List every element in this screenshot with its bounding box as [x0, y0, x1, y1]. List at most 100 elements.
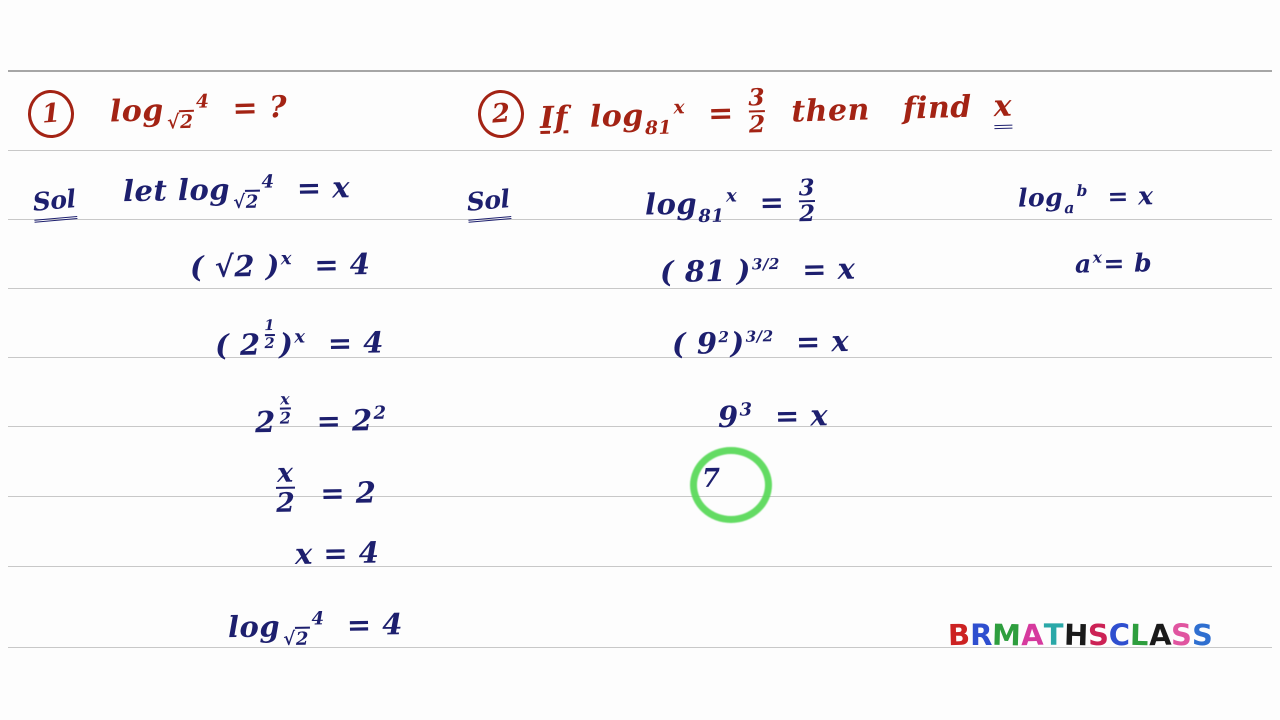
logo-letter-0: B — [947, 617, 971, 653]
step-half-rhs: = 4 — [327, 325, 385, 361]
step2-log-word: log — [644, 186, 698, 222]
problem-1-solution-label: Sol — [31, 184, 78, 223]
problem-1-number: 1 — [26, 88, 76, 140]
rule-line-6 — [8, 426, 1272, 427]
rule-line-7 — [8, 496, 1272, 497]
logo-letter-11: S — [1191, 617, 1214, 653]
problem-1-final-answer: log √24 = 4 — [227, 607, 404, 650]
if-word: If — [539, 100, 569, 137]
step-let-label: let log — [122, 172, 231, 209]
rule-line-2 — [8, 150, 1272, 151]
logo-letter-1: R — [970, 618, 993, 652]
log-word-2: log — [589, 98, 645, 135]
answer-value: 7 — [701, 463, 721, 494]
problem-1-step-x-value: x = 4 — [294, 535, 380, 571]
step-fraction-x-over-2: x2 — [275, 457, 296, 520]
step-half-close: ) — [278, 326, 294, 362]
step-base2-rhs: = 2 — [316, 403, 373, 439]
fraction-numerator: 3 — [747, 83, 766, 112]
logo-letter-4: T — [1043, 618, 1064, 652]
log-base-2: 81 — [644, 117, 673, 140]
step-half-outer-exponent: x — [294, 326, 306, 348]
problem-2-answer: 7 — [701, 463, 721, 494]
notebook-board: 1 log √24 = ? Sol let log √24 = x ( √2 )x … — [0, 0, 1280, 720]
problem-2-step-given: log81x = 32 — [644, 175, 820, 229]
rule-line-3 — [8, 219, 1272, 220]
rule-line-4 — [8, 288, 1272, 289]
problem-1-number-text: 1 — [40, 98, 62, 130]
step-base2-rhs-exponent: 2 — [373, 402, 387, 425]
step2-log-arg: x — [725, 185, 738, 208]
equals-sign-2: = — [707, 95, 735, 132]
step2-cube-rhs: = x — [774, 398, 829, 434]
logo-letter-7: C — [1108, 618, 1131, 652]
rule-line-1 — [8, 70, 1272, 72]
final-log-arg: 4 — [311, 608, 325, 630]
step2-cube-exponent: 3 — [739, 399, 753, 421]
step2-nine-inner-exponent: 2 — [718, 328, 730, 347]
ref-log-rhs: = x — [1107, 181, 1154, 212]
step-base2-exponent-fraction: x2 — [279, 389, 292, 428]
brand-logo: BRMATHSCLASS — [947, 617, 1214, 653]
step2-nine-rhs: = x — [795, 323, 850, 359]
log-word: log — [109, 93, 165, 130]
step-half-open: ( 2 — [214, 327, 261, 363]
logo-letter-3: A — [1020, 617, 1045, 653]
log-argument: 4 — [195, 91, 210, 113]
problem-2-number: 2 — [476, 88, 526, 140]
ref-log-base: a — [1064, 198, 1076, 218]
find-word: find — [902, 89, 973, 127]
question-mark: ? — [268, 89, 288, 126]
problem-1-step-half-power: ( 2 12 )x = 4 — [214, 317, 385, 363]
problem-2-step-power: ( 81 )3/2 = x — [659, 251, 856, 289]
step2-power-exponent: 3/2 — [751, 255, 781, 274]
step2-cube-base: 9 — [717, 399, 739, 435]
problem-2-step-cube: 93 = x — [717, 398, 829, 435]
problem-2-question: If log81x = 3 2 then find x — [539, 80, 1013, 143]
step2-equals: = — [759, 185, 785, 220]
sol-text: Sol — [31, 184, 77, 217]
step-fraction-rhs: = 2 — [320, 475, 377, 511]
step2-nine-outer-exponent: 3/2 — [745, 327, 774, 347]
problem-2-step-nine: ( 92)3/2 = x — [671, 323, 850, 361]
logo-letter-10: S — [1170, 618, 1192, 652]
step-x-value-text: x = 4 — [294, 535, 380, 571]
ref-exp-base: a — [1074, 249, 1092, 279]
equals-sign: = — [232, 90, 259, 127]
step-sqrt-base: ( √2 ) — [189, 248, 281, 285]
logo-letter-9: A — [1148, 617, 1172, 653]
problem-1-step-base2: 2 x2 = 22 — [254, 389, 388, 440]
step-sqrt-exponent: x — [280, 248, 293, 270]
final-log-base: 2 — [294, 626, 311, 650]
step2-log-base: 81 — [698, 205, 725, 228]
log-argument-2: x — [673, 96, 686, 119]
reference-formula-line-1: logab = x — [1017, 180, 1154, 218]
rule-line-8 — [8, 566, 1272, 567]
ref-log-arg: b — [1076, 180, 1089, 200]
problem-2-solution-label: Sol — [465, 184, 512, 223]
step-let-rhs: = x — [296, 170, 351, 206]
problem-1-step-fraction-eq: x2 = 2 — [271, 457, 377, 520]
final-log-word: log — [227, 609, 281, 645]
step2-power-rhs: = x — [801, 251, 856, 287]
step-let-base: 2 — [244, 189, 260, 213]
step2-nine-open: ( 9 — [671, 326, 718, 361]
logo-letter-5: H — [1063, 617, 1089, 653]
logo-letter-6: S — [1087, 617, 1110, 653]
step2-power-base: ( 81 ) — [659, 253, 752, 289]
ref-exp-exponent: x — [1092, 247, 1103, 267]
ref-log-word: log — [1017, 182, 1064, 213]
step-base2-base: 2 — [254, 404, 277, 440]
question-2-fraction: 3 2 — [744, 83, 770, 139]
ref-exp-rhs: = b — [1103, 248, 1153, 279]
fraction-denominator: 2 — [748, 109, 767, 139]
step2-nine-close: ) — [730, 325, 746, 360]
final-log-rhs: = 4 — [346, 607, 404, 643]
rule-line-5 — [8, 357, 1272, 358]
step-let-arg: 4 — [261, 171, 275, 193]
step2-fraction: 32 — [798, 175, 816, 228]
log-base: 2 — [178, 110, 195, 134]
problem-1-step-let: let log √24 = x — [122, 170, 351, 213]
unknown-x: x — [993, 88, 1013, 130]
logo-letter-2: M — [991, 617, 1022, 653]
